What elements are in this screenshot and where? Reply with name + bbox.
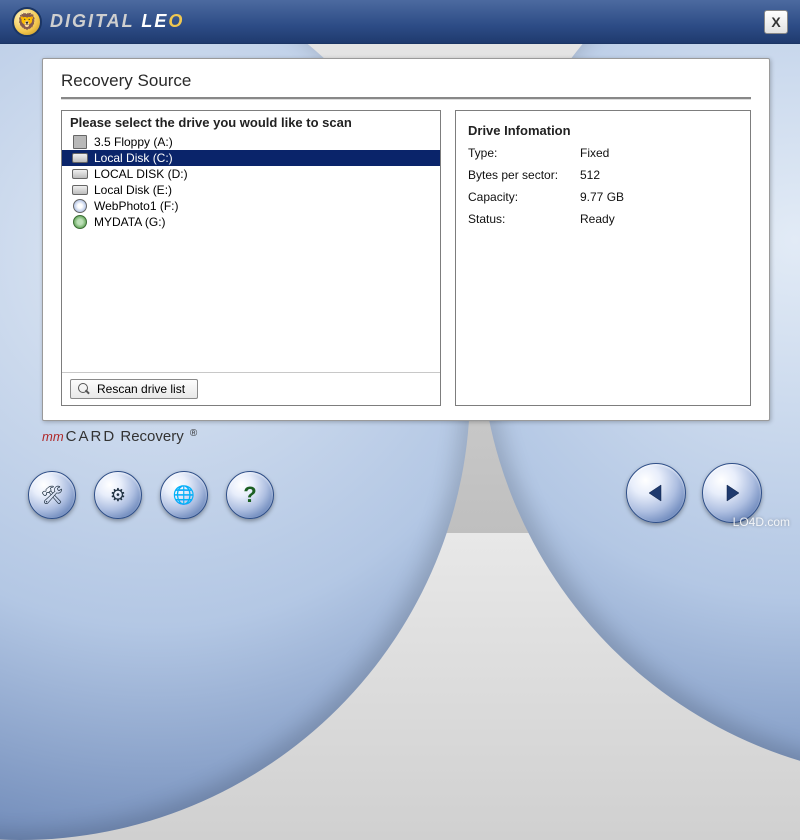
drive-select-box: Please select the drive you would like t… <box>61 110 441 406</box>
info-value: 9.77 GB <box>580 190 624 204</box>
panel-title: Recovery Source <box>61 71 751 91</box>
drive-label: Local Disk (C:) <box>94 151 173 165</box>
settings-button[interactable]: ⚙ <box>94 471 142 519</box>
main-panel: Recovery Source Please select the drive … <box>42 58 770 421</box>
cd-icon <box>72 199 88 213</box>
info-row-bps: Bytes per sector: 512 <box>468 168 738 182</box>
product-mm: mm <box>42 429 64 444</box>
help-button[interactable]: ? <box>226 471 274 519</box>
title-bar: 🦁 DIGITAL LEO X <box>0 0 800 44</box>
drive-item[interactable]: MYDATA (G:) <box>62 214 440 230</box>
brand-part3: O <box>168 11 184 31</box>
info-value: Fixed <box>580 146 609 160</box>
drive-info-box: Drive Infomation Type: Fixed Bytes per s… <box>455 110 751 406</box>
info-header: Drive Infomation <box>468 119 738 140</box>
info-row-type: Type: Fixed <box>468 146 738 160</box>
info-key: Type: <box>468 146 580 160</box>
search-icon <box>77 382 91 396</box>
product-card: CARD <box>66 428 117 445</box>
info-key: Status: <box>468 212 580 226</box>
tools-button[interactable]: 🛠 <box>28 471 76 519</box>
disk-icon <box>72 151 88 165</box>
drive-item[interactable]: WebPhoto1 (F:) <box>62 198 440 214</box>
globe-icon: 🌐 <box>173 485 195 506</box>
rescan-bar: Rescan drive list <box>62 372 440 405</box>
info-row-capacity: Capacity: 9.77 GB <box>468 190 738 204</box>
logo-icon: 🦁 <box>12 7 42 37</box>
drive-item[interactable]: LOCAL DISK (D:) <box>62 166 440 182</box>
drive-list[interactable]: 3.5 Floppy (A:) Local Disk (C:) LOCAL DISK… <box>62 132 440 372</box>
disk-icon <box>72 167 88 181</box>
drive-prompt: Please select the drive you would like t… <box>62 111 440 132</box>
info-value: 512 <box>580 168 600 182</box>
floppy-icon <box>72 135 88 149</box>
info-key: Bytes per sector: <box>468 168 580 182</box>
rescan-label: Rescan drive list <box>97 382 185 396</box>
product-rest: Recovery <box>116 428 188 445</box>
brand-part2: LE <box>141 11 168 31</box>
nav-buttons <box>626 463 762 523</box>
drive-label: LOCAL DISK (D:) <box>94 167 188 181</box>
watermark: LO4D.com <box>733 515 790 529</box>
close-button[interactable]: X <box>764 10 788 34</box>
product-name: mmCARD Recovery ® <box>42 428 197 445</box>
drive-item[interactable]: Local Disk (E:) <box>62 182 440 198</box>
drive-label: 3.5 Floppy (A:) <box>94 135 173 149</box>
drive-item[interactable]: 3.5 Floppy (A:) <box>62 134 440 150</box>
drive-item[interactable]: Local Disk (C:) <box>62 150 440 166</box>
registered-icon: ® <box>190 428 197 439</box>
help-icon: ? <box>243 482 256 508</box>
drive-label: MYDATA (G:) <box>94 215 166 229</box>
disk-icon <box>72 183 88 197</box>
close-icon: X <box>771 14 780 30</box>
net-icon <box>72 215 88 229</box>
gear-icon: ⚙ <box>110 485 126 506</box>
info-key: Capacity: <box>468 190 580 204</box>
prev-button[interactable] <box>626 463 686 523</box>
drive-label: Local Disk (E:) <box>94 183 172 197</box>
arrow-right-icon <box>720 481 744 505</box>
next-button[interactable] <box>702 463 762 523</box>
rescan-button[interactable]: Rescan drive list <box>70 379 198 399</box>
update-button[interactable]: 🌐 <box>160 471 208 519</box>
wrench-icon: 🛠 <box>41 485 64 506</box>
arrow-left-icon <box>644 481 668 505</box>
title-divider <box>61 97 751 100</box>
bottom-toolbar: 🛠 ⚙ 🌐 ? <box>28 471 274 519</box>
panel-content: Please select the drive you would like t… <box>61 110 751 406</box>
drive-label: WebPhoto1 (F:) <box>94 199 178 213</box>
info-list: Type: Fixed Bytes per sector: 512 Capaci… <box>468 140 738 226</box>
brand-name: DIGITAL LEO <box>50 11 184 32</box>
info-row-status: Status: Ready <box>468 212 738 226</box>
info-value: Ready <box>580 212 615 226</box>
brand-part1: DIGITAL <box>50 11 141 31</box>
